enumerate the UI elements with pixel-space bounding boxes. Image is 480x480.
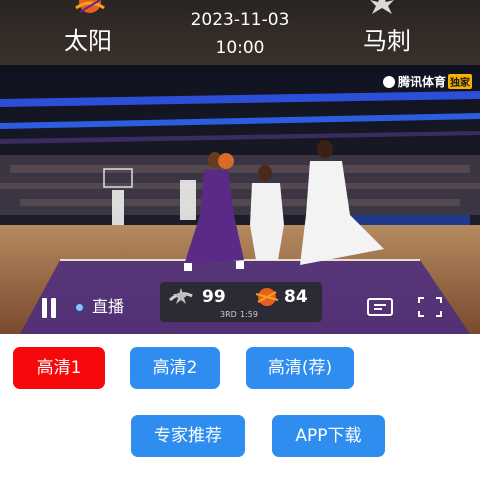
pip-icon[interactable] xyxy=(366,295,394,319)
away-score: 99 xyxy=(202,287,226,307)
broadcaster-watermark: 腾讯体育 独家 xyxy=(382,73,472,90)
tencent-sports-icon xyxy=(382,75,395,88)
scorebug: 99 84 3RD 1:59 xyxy=(160,282,322,322)
home-score: 84 xyxy=(284,287,308,307)
spurs-logo xyxy=(168,288,193,304)
player-controls: 直播 99 84 3RD 1:59 xyxy=(0,280,480,334)
hd1-button[interactable]: 高清1 xyxy=(13,347,105,389)
hd2-button[interactable]: 高清2 xyxy=(130,347,220,389)
watermark-text: 腾讯体育 xyxy=(397,75,446,89)
fullscreen-icon[interactable] xyxy=(417,296,443,318)
match-header: 太阳 2023-11-03 10:00 马刺 xyxy=(0,0,480,65)
game-clock: 1:59 xyxy=(240,310,258,319)
suns-logo xyxy=(255,288,279,306)
game-period: 3RD xyxy=(220,310,237,319)
away-team-name: 马刺 xyxy=(363,27,411,55)
watermark-badge: 独家 xyxy=(448,74,472,89)
expert-recommendation-button[interactable]: 专家推荐 xyxy=(131,415,245,457)
live-label: 直播 xyxy=(92,297,125,316)
live-dot-icon xyxy=(76,304,83,311)
spurs-logo xyxy=(370,0,394,14)
app-download-button[interactable]: APP下载 xyxy=(272,415,385,457)
pause-icon[interactable] xyxy=(40,298,58,318)
hd-recommended-button[interactable]: 高清(荐) xyxy=(246,347,354,389)
